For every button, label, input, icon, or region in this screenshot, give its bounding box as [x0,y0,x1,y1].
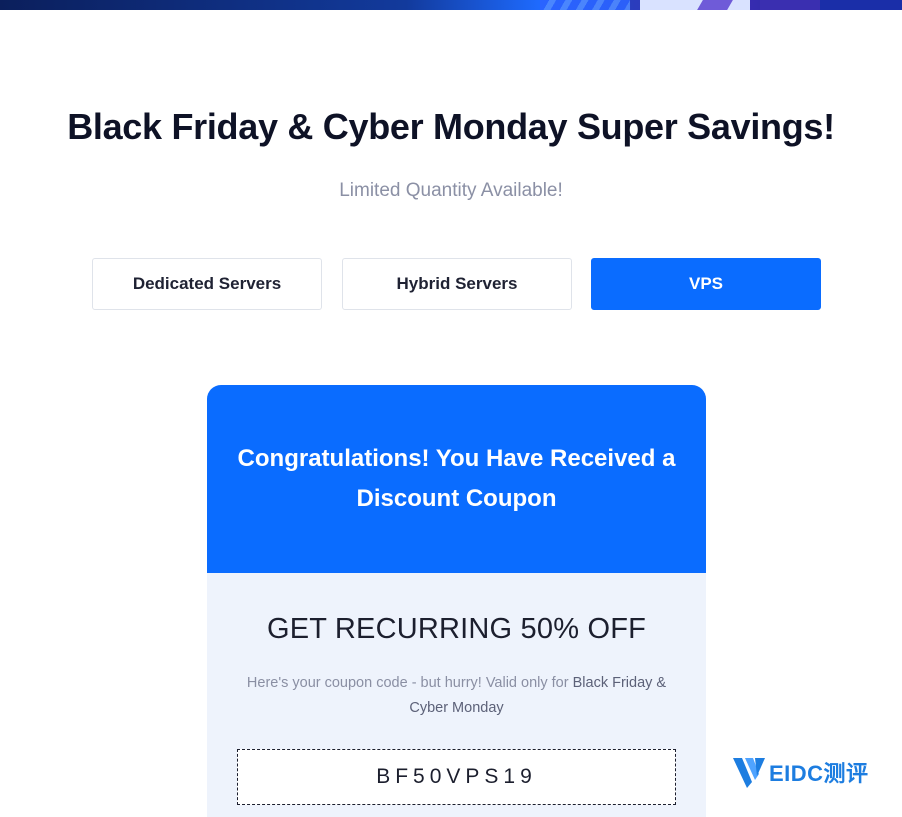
coupon-card-title: Congratulations! You Have Received a Dis… [237,445,676,512]
page-subtitle: Limited Quantity Available! [339,180,563,201]
coupon-description-text: Here's your coupon code - but hurry! Val… [246,675,569,691]
tab-vps[interactable]: VPS [591,258,821,310]
watermark-text: EIDC测评 [769,761,869,786]
watermark-v-icon [733,758,765,788]
tab-dedicated-servers[interactable]: Dedicated Servers [92,258,322,310]
coupon-code-box[interactable]: BF50VPS19 [237,749,676,805]
tab-label: Hybrid Servers [396,274,518,293]
tab-hybrid-servers[interactable]: Hybrid Servers [342,258,572,310]
coupon-description: Here's your coupon code - but hurry! Val… [237,671,676,721]
coupon-code: BF50VPS19 [376,765,537,788]
coupon-card-body: GET RECURRING 50% OFF Here's your coupon… [207,573,706,817]
watermark-logo: EIDC测评 [733,752,883,792]
page-title: Black Friday & Cyber Monday Super Saving… [67,106,835,147]
tab-label: Dedicated Servers [132,274,282,293]
tab-label: VPS [688,274,724,293]
top-banner-image [0,0,902,10]
offer-title: GET RECURRING 50% OFF [266,613,647,645]
coupon-card-header: Congratulations! You Have Received a Dis… [207,385,706,573]
